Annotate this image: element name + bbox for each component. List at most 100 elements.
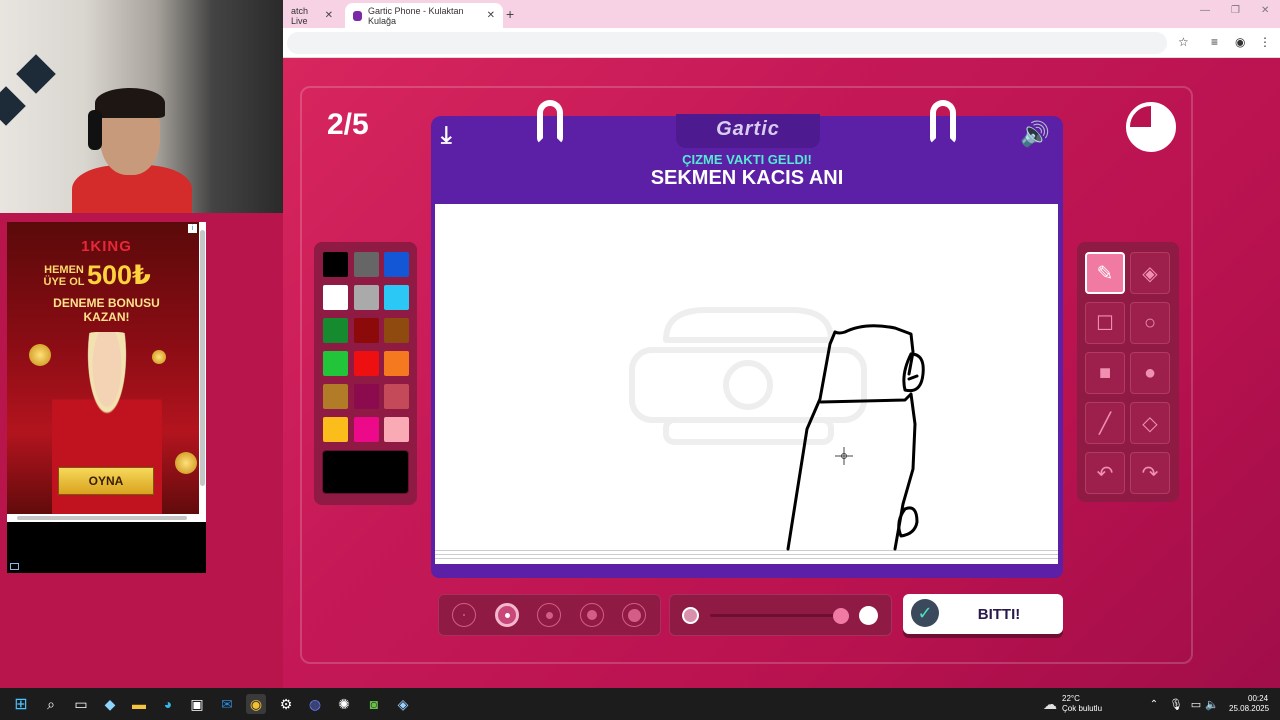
opacity-slider-handle[interactable] [833,608,849,624]
color-swatch[interactable] [384,252,409,277]
windows-taskbar: ⊞ ⌕ ▭ ◆ ▬ ◕ ▣ ✉ ◉ ⚙ ◍ ✺ ◙ ◈ ☁ 22°C Çok b… [0,688,1280,720]
color-swatch[interactable] [384,384,409,409]
weather-desc: Çok bulutlu [1062,704,1103,713]
brush-size-1[interactable] [452,603,476,627]
store-icon[interactable]: ▣ [187,694,207,714]
color-swatch[interactable] [323,351,348,376]
line-icon: ╱ [1098,412,1112,435]
minimize-icon[interactable]: — [1200,5,1210,16]
close-window-icon[interactable]: ✕ [1261,5,1269,16]
color-swatch[interactable] [384,285,409,310]
opacity-slider-track[interactable] [710,614,845,617]
color-swatch[interactable] [353,384,379,409]
chrome-icon[interactable]: ◉ [246,694,266,714]
color-swatch[interactable] [353,318,379,343]
volume-icon[interactable]: 🔊 [1020,120,1050,149]
color-swatch[interactable] [353,252,379,277]
square-outline-icon: ☐ [1096,312,1114,335]
outlook-icon[interactable]: ✉ [217,694,237,714]
copilot-icon[interactable]: ◆ [100,694,120,714]
ad-hemen-text: HEMEN ÜYE OL [43,264,85,288]
chatgpt-icon[interactable]: ✺ [334,694,354,714]
task-view-icon[interactable]: ▭ [71,694,91,714]
circle-fill-icon: ● [1143,361,1157,384]
coin-icon [29,344,51,366]
circle-outline-icon: ○ [1143,311,1157,334]
bucket-icon: ◇ [1142,412,1158,435]
brush-size-5[interactable] [622,603,646,627]
color-swatch[interactable] [384,318,409,343]
android-app-icon[interactable]: ◙ [364,694,384,714]
coin-icon [175,452,197,474]
color-swatch[interactable] [353,285,379,310]
search-icon[interactable]: ⌕ [41,694,61,714]
speaker-icon[interactable]: 🔈 [1202,694,1222,714]
file-explorer-icon[interactable]: ▬ [129,694,149,714]
brush-size-4[interactable] [580,603,604,627]
maximize-icon[interactable]: ❐ [1231,5,1240,16]
microphone-icon[interactable]: 🎙 [1166,694,1186,714]
color-swatch[interactable] [353,351,379,376]
pencil-tool-button[interactable]: ✎ [1085,252,1125,294]
close-tab-icon[interactable]: ✕ [325,10,333,21]
browser-toolbar: ☆ ≡ ◉ ⋮ [283,28,1280,58]
color-swatch[interactable] [323,384,348,409]
profile-icon[interactable]: ◉ [1235,35,1245,49]
binder-ring-icon [930,100,956,144]
ad-horizontal-scrollbar[interactable] [7,514,206,522]
new-tab-button[interactable]: + [506,6,514,22]
address-bar[interactable] [287,32,1167,54]
media-controls-icon[interactable]: ≡ [1211,35,1218,49]
square-fill-icon: ■ [1098,361,1112,384]
opacity-low-icon [682,607,699,624]
ad-info-icon[interactable]: i [188,224,197,233]
ad-play-button[interactable]: OYNA [58,467,154,495]
color-swatch[interactable] [323,285,348,310]
ellipse-fill-tool-button[interactable]: ● [1130,352,1170,394]
weather-icon[interactable]: ☁ [1040,694,1060,714]
steam-icon[interactable]: ◈ [393,694,413,714]
timer-icon [1126,102,1176,152]
overlay-black-box [7,522,206,573]
brush-size-3[interactable] [537,603,561,627]
wall-diamond-shape [16,54,56,94]
binder-ring-icon [537,100,563,144]
browser-tab-gartic[interactable]: Gartic Phone - Kulaktan Kulağa ✕ [345,3,503,28]
ad-bonus-line1: DENEME BONUSU [53,296,160,310]
caption-icon [10,563,19,570]
close-tab-icon[interactable]: ✕ [487,10,495,21]
clock-date[interactable]: 25.08.2025 [1229,704,1269,713]
undo-button[interactable]: ↶ [1085,452,1125,494]
browser-tab-bar: atch Live ✕ Gartic Phone - Kulaktan Kula… [283,0,1280,28]
color-swatch[interactable] [323,417,348,442]
download-icon[interactable]: ⤓ [441,122,452,150]
fill-bucket-tool-button[interactable]: ◇ [1130,402,1170,444]
discord-icon[interactable]: ◍ [305,694,325,714]
tray-chevron-icon[interactable]: ⌃ [1144,694,1164,714]
eraser-tool-button[interactable]: ◈ [1130,252,1170,294]
ad-vertical-scrollbar[interactable] [199,222,206,522]
edge-browser-icon[interactable]: ◕ [158,694,178,714]
opacity-high-icon [859,606,878,625]
advertisement-banner[interactable]: i 1KING HEMEN ÜYE OL 500₺ DENEME BONUSU … [7,222,206,522]
brush-size-2[interactable] [495,603,519,627]
bookmark-star-icon[interactable]: ☆ [1178,35,1189,49]
done-button[interactable]: ✓ BITTI! [903,594,1063,634]
color-swatch[interactable] [384,351,409,376]
browser-tab-watch-live[interactable]: atch Live ✕ [283,3,341,28]
app-settings-icon[interactable]: ⚙ [276,694,296,714]
round-counter: 2/5 [327,108,369,141]
windows-start-icon[interactable]: ⊞ [11,694,31,714]
color-swatch[interactable] [323,318,348,343]
redo-button[interactable]: ↷ [1130,452,1170,494]
color-swatch[interactable] [384,417,409,442]
rectangle-fill-tool-button[interactable]: ■ [1085,352,1125,394]
color-swatch[interactable] [323,252,348,277]
headset-icon [88,110,102,150]
ellipse-outline-tool-button[interactable]: ○ [1130,302,1170,344]
clock-time[interactable]: 00:24 [1248,694,1268,703]
menu-icon[interactable]: ⋮ [1259,35,1271,49]
color-swatch[interactable] [353,417,379,442]
line-tool-button[interactable]: ╱ [1085,402,1125,444]
rectangle-outline-tool-button[interactable]: ☐ [1085,302,1125,344]
